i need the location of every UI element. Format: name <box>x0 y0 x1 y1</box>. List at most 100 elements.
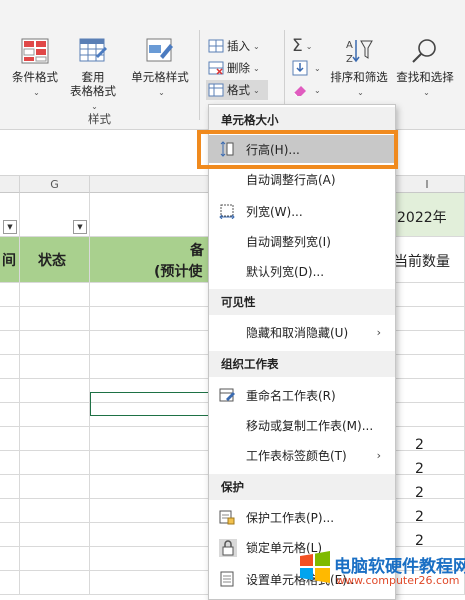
cell[interactable] <box>0 403 20 427</box>
fill-down-icon <box>292 60 308 76</box>
cell[interactable] <box>20 355 90 379</box>
cell-styles-button[interactable]: 单元格样式 ⌄ <box>124 36 196 100</box>
cell[interactable] <box>20 547 90 571</box>
cell[interactable] <box>390 523 465 547</box>
chevron-down-icon: ⌄ <box>158 88 165 97</box>
cell[interactable] <box>0 379 20 403</box>
cell[interactable] <box>20 475 90 499</box>
move-copy-label: 移动或复制工作表(M)... <box>246 418 374 433</box>
chevron-down-icon: ⌄ <box>357 88 364 97</box>
cell[interactable] <box>20 403 90 427</box>
menu-item-move-copy[interactable]: 移动或复制工作表(M)... <box>209 411 395 439</box>
cell[interactable] <box>20 379 90 403</box>
header-cell-status[interactable]: 状态 <box>20 237 90 283</box>
insert-button[interactable]: 插入 ⌄ <box>208 36 260 56</box>
cell[interactable] <box>0 355 20 379</box>
notes-header-bottom: (预计使 <box>154 264 203 280</box>
cell-styles-icon <box>146 38 173 62</box>
qty-value: 2 <box>415 461 424 477</box>
column-header-f[interactable] <box>0 176 20 193</box>
table-format-icon <box>79 38 107 62</box>
cell[interactable] <box>390 427 465 451</box>
sigma-icon: Σ <box>292 36 303 56</box>
cell[interactable] <box>0 331 20 355</box>
header-cell[interactable]: 间 <box>0 237 20 283</box>
cell[interactable] <box>390 331 465 355</box>
menu-item-tab-color[interactable]: 工作表标签颜色(T) › <box>209 441 395 469</box>
protect-sheet-label: 保护工作表(P)... <box>246 510 335 525</box>
menu-item-hide-unhide[interactable]: 隐藏和取消隐藏(U) › <box>209 318 395 346</box>
clear-button[interactable]: ⌄ <box>292 80 321 100</box>
header-text: 间 <box>2 253 16 269</box>
cell[interactable] <box>390 403 465 427</box>
qty-value: 2 <box>415 509 424 525</box>
cell[interactable] <box>0 451 20 475</box>
conditional-format-button[interactable]: 条件格式 ⌄ <box>6 36 64 100</box>
sort-filter-button[interactable]: A Z 排序和筛选 ⌄ <box>328 36 390 100</box>
cell[interactable] <box>390 307 465 331</box>
cell[interactable] <box>0 571 20 595</box>
cell[interactable] <box>20 331 90 355</box>
search-icon <box>412 39 436 63</box>
autosum-button[interactable]: Σ ⌄ <box>292 36 312 56</box>
tab-color-label: 工作表标签颜色(T) <box>246 448 347 463</box>
ribbon-separator <box>199 30 200 120</box>
cell[interactable] <box>20 283 90 307</box>
cell[interactable] <box>390 283 465 307</box>
delete-button[interactable]: 删除 ⌄ <box>208 58 260 78</box>
format-as-table-button[interactable]: 套用 表格格式 ⌄ <box>64 36 122 114</box>
menu-item-rename-sheet[interactable]: 重命名工作表(R) <box>209 381 395 409</box>
section-visibility: 可见性 <box>209 289 395 315</box>
header-cell-qty[interactable]: 当前数量 <box>390 237 465 283</box>
format-as-table-label: 套用 表格格式 <box>70 70 116 98</box>
svg-text:Z: Z <box>346 54 353 65</box>
cell[interactable] <box>20 427 90 451</box>
conditional-format-label: 条件格式 <box>12 70 58 84</box>
chevron-down-icon: ⌄ <box>314 85 321 95</box>
svg-text:A: A <box>346 40 353 51</box>
cell[interactable] <box>0 475 20 499</box>
cell[interactable] <box>390 475 465 499</box>
menu-item-autofit-row[interactable]: 自动调整行高(A) <box>209 165 395 193</box>
menu-item-protect-sheet[interactable]: 保护工作表(P)... <box>209 503 395 531</box>
year-cell[interactable]: 2022年 <box>390 193 465 237</box>
cell[interactable] <box>0 283 20 307</box>
qty-value: 2 <box>415 485 424 501</box>
default-width-label: 默认列宽(D)... <box>246 264 325 279</box>
cell[interactable] <box>20 571 90 595</box>
selected-cell[interactable] <box>90 392 210 416</box>
menu-item-default-width[interactable]: 默认列宽(D)... <box>209 257 395 285</box>
cell[interactable] <box>0 523 20 547</box>
cell[interactable] <box>20 307 90 331</box>
find-select-button[interactable]: 查找和选择 ⌄ <box>392 36 458 100</box>
cell[interactable] <box>390 379 465 403</box>
cell[interactable] <box>20 451 90 475</box>
fill-button[interactable]: ⌄ <box>292 58 321 78</box>
filter-dropdown-button[interactable]: ▼ <box>73 220 87 234</box>
format-button[interactable]: 格式 ⌄ <box>206 80 268 100</box>
column-header-g[interactable]: G <box>20 176 90 193</box>
cell[interactable] <box>390 355 465 379</box>
chevron-down-icon: ⌄ <box>33 88 40 97</box>
cell[interactable] <box>0 307 20 331</box>
styles-group-label: 样式 <box>88 112 111 126</box>
watermark-url: www.computer26.com <box>336 574 460 587</box>
cell[interactable] <box>20 523 90 547</box>
column-header-i[interactable]: I <box>390 176 465 193</box>
cell[interactable] <box>20 499 90 523</box>
cell[interactable] <box>0 499 20 523</box>
cell[interactable] <box>0 427 20 451</box>
cell[interactable] <box>390 451 465 475</box>
cell[interactable] <box>0 547 20 571</box>
format-cells-icon <box>208 83 224 97</box>
section-protection: 保护 <box>209 474 395 500</box>
filter-dropdown-button[interactable]: ▼ <box>3 220 17 234</box>
column-width-label: 列宽(W)... <box>246 204 303 219</box>
conditional-format-icon <box>21 38 49 64</box>
menu-item-column-width[interactable]: 列宽(W)... <box>209 197 395 225</box>
cell[interactable] <box>390 499 465 523</box>
lock-icon <box>219 539 237 557</box>
cell-styles-label: 单元格样式 <box>131 70 189 84</box>
menu-item-autofit-column[interactable]: 自动调整列宽(I) <box>209 227 395 255</box>
notes-header-top: 备 <box>190 243 204 259</box>
